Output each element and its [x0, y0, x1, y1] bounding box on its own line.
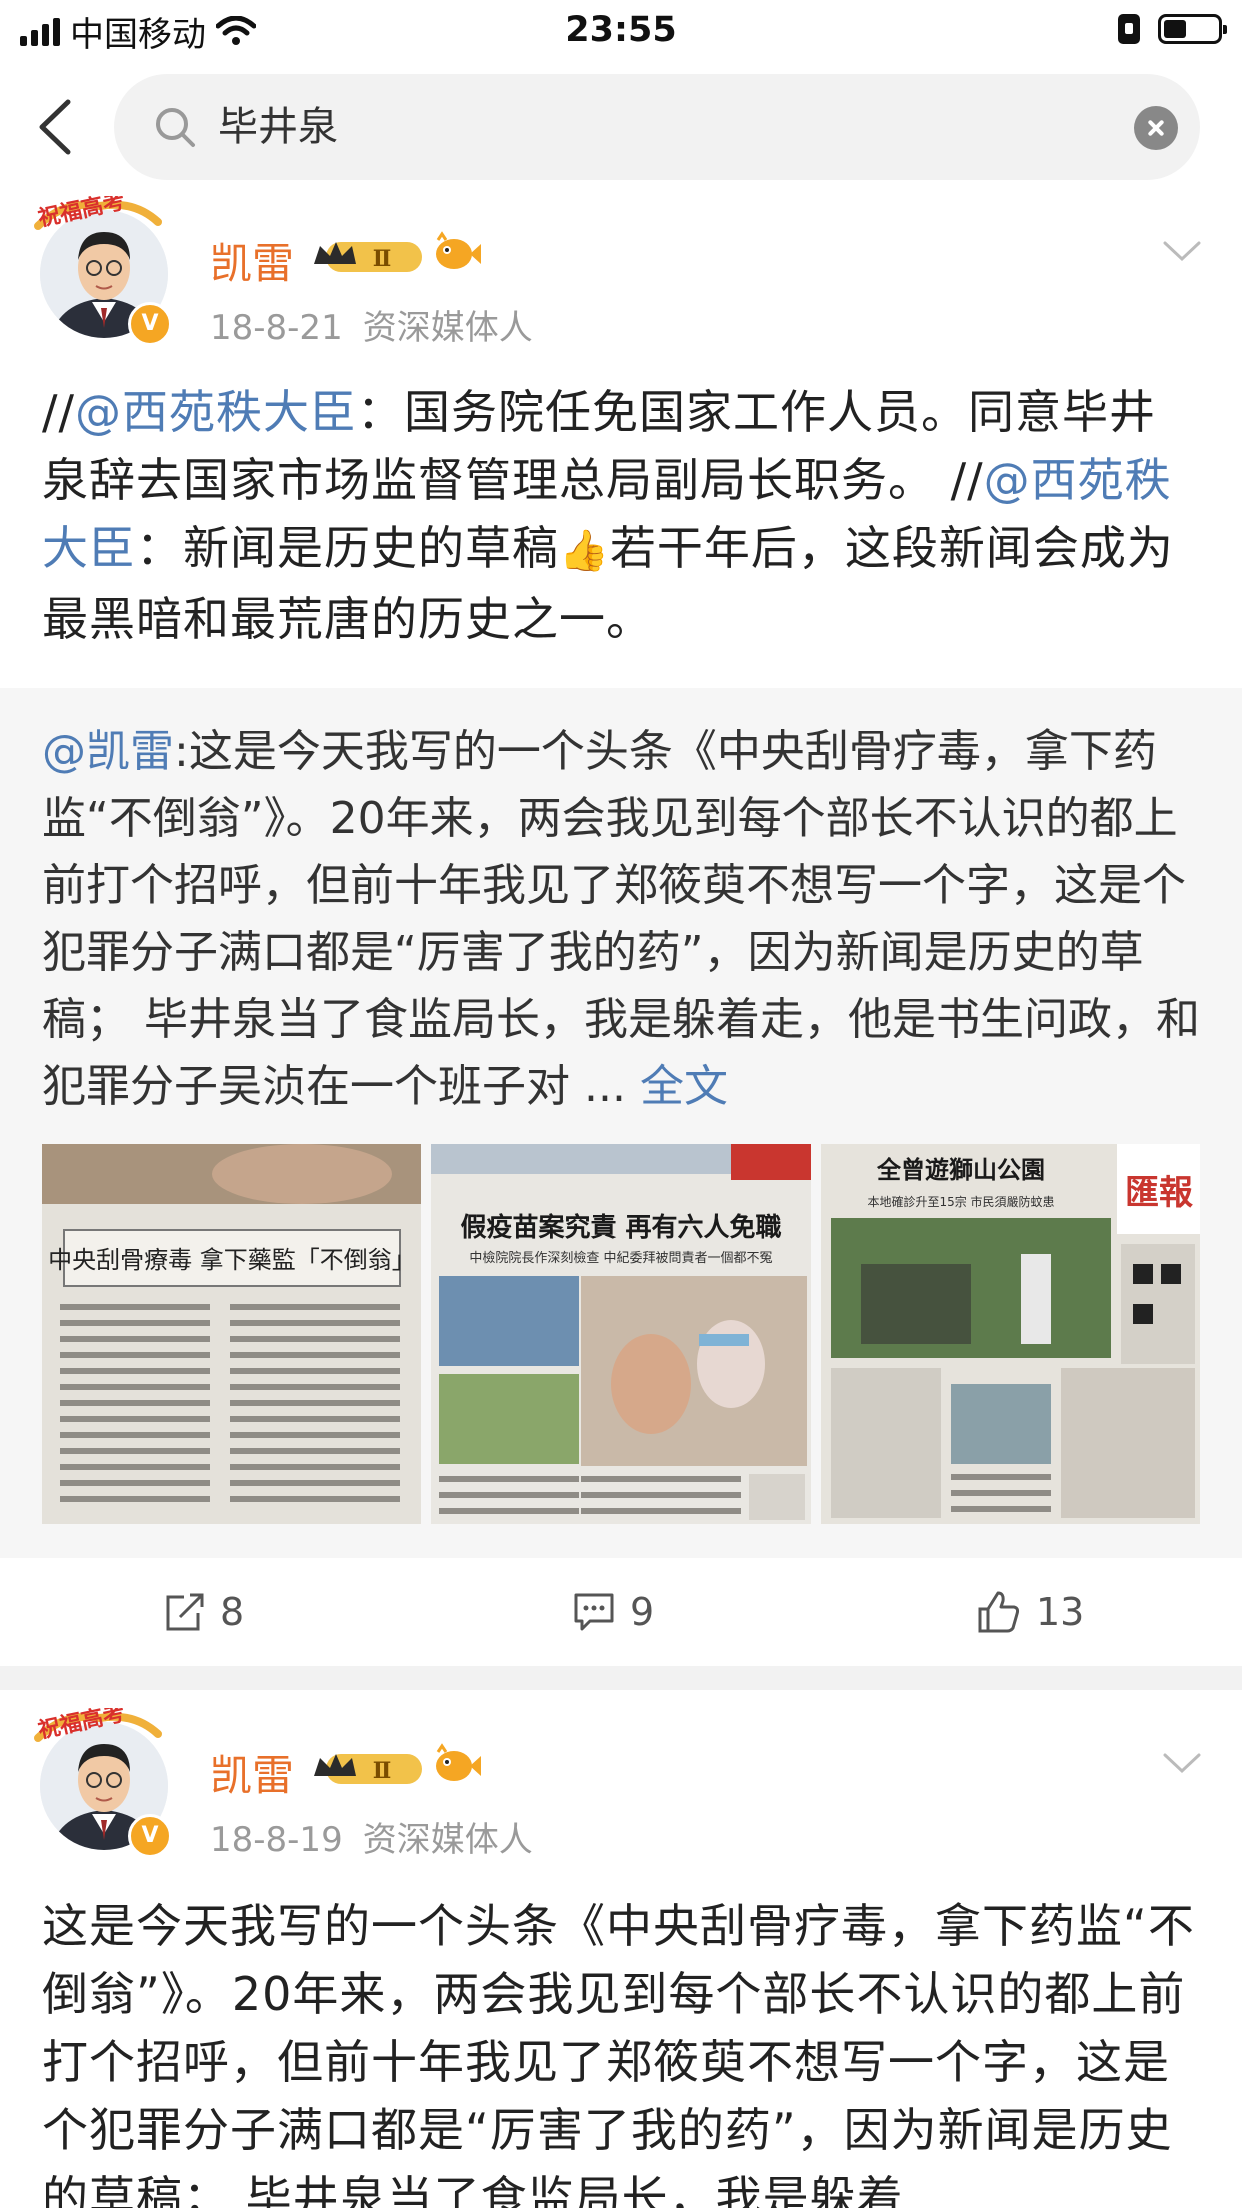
mention-link[interactable]: @西苑秩大臣 [75, 385, 357, 439]
newspaper-photo-2: 假疫苗案究責 再有六人免職 中檢院院長作深刻檢查 中紀委拜被問責者一個都不冤 [431, 1144, 811, 1524]
status-bar: 中国移动 23:55 [0, 0, 1242, 62]
repost-button[interactable]: 8 [162, 1558, 244, 1666]
mention-link[interactable]: @凯雷 [42, 726, 174, 777]
text-segment: // [42, 385, 75, 439]
chevron-down-icon[interactable] [1162, 1752, 1202, 1774]
photo-thumbnail[interactable]: 中央刮骨療毒 拿下藥監「不倒翁」 [42, 1144, 422, 1524]
comment-button[interactable]: 9 [572, 1558, 654, 1666]
post-header: 祝福高考 V 凯雷 Ⅱ 18-8-19 资深媒体人 [0, 1700, 1242, 1872]
battery-icon [1158, 14, 1227, 44]
text-segment: ：新闻是历史的草稿 [136, 521, 559, 575]
search-input[interactable]: 毕井泉 [218, 74, 338, 180]
svg-text:匯報: 匯報 [1125, 1173, 1193, 1213]
comment-icon [574, 1593, 614, 1631]
fish-badge-icon [432, 230, 482, 276]
svg-text:全曾遊獅山公園: 全曾遊獅山公園 [876, 1155, 1045, 1184]
newspaper-photo-1: 中央刮骨療毒 拿下藥監「不倒翁」 [42, 1144, 422, 1524]
member-level-badge[interactable]: Ⅱ [312, 234, 428, 278]
photo-grid: 中央刮骨療毒 拿下藥監「不倒翁」 假疫苗案究責 再有六人免職 中檢院院長作深刻檢… [42, 1144, 1200, 1524]
svg-text:中央刮骨療毒 拿下藥監「不倒翁」: 中央刮骨療毒 拿下藥監「不倒翁」 [48, 1246, 416, 1274]
search-icon [156, 108, 195, 147]
photo-thumbnail[interactable]: 全曾遊獅山公園 匯報 本地確診升至15宗 市民須嚴防蚊患 [820, 1144, 1200, 1524]
post-date: 18-8-19 [210, 1820, 343, 1860]
avatar-banner-badge: 祝福高考 [34, 1700, 164, 1748]
svg-text:本地確診升至15宗 市民須嚴防蚊患: 本地確診升至15宗 市民須嚴防蚊患 [867, 1194, 1054, 1209]
search-box[interactable]: 毕井泉 [114, 74, 1200, 180]
verified-badge-icon: V [128, 302, 172, 346]
svg-text:中檢院院長作深刻檢查 中紀委拜被問責者一個都不冤: 中檢院院長作深刻檢查 中紀委拜被問責者一個都不冤 [470, 1250, 773, 1266]
like-button[interactable]: 13 [976, 1558, 1084, 1666]
back-button[interactable] [30, 94, 90, 160]
action-bar: 8 9 13 [0, 1558, 1242, 1666]
retweet-text: @凯雷:这是今天我写的一个头条《中央刮骨疗毒，拿下药监“不倒翁”》。20年来，两… [42, 718, 1202, 1120]
repost-count: 8 [220, 1590, 245, 1634]
clock: 23:55 [565, 10, 677, 50]
verified-badge-icon: V [128, 1814, 172, 1858]
user-name[interactable]: 凯雷 [210, 1742, 294, 1803]
chevron-down-icon[interactable] [1162, 240, 1202, 262]
post-header: 祝福高考 V 凯雷 Ⅱ 18-8-21 资深媒体人 [0, 188, 1242, 360]
fish-badge-icon [432, 1742, 482, 1788]
post-source: 资深媒体人 [362, 1820, 533, 1860]
avatar-banner-badge: 祝福高考 [34, 188, 164, 236]
svg-text:祝福高考: 祝福高考 [36, 1708, 127, 1744]
newspaper-photo-3: 全曾遊獅山公園 匯報 本地確診升至15宗 市民須嚴防蚊患 [820, 1144, 1200, 1524]
svg-text:假疫苗案究責 再有六人免職: 假疫苗案究責 再有六人免職 [461, 1212, 782, 1243]
text-segment: :这是今天我写的一个头条《中央刮骨疗毒，拿下药监“不倒翁”》。20年来，两会我见… [42, 726, 1200, 1112]
retweet-box[interactable]: @凯雷:这是今天我写的一个头条《中央刮骨疗毒，拿下药监“不倒翁”》。20年来，两… [0, 688, 1242, 1558]
clear-search-button[interactable] [1134, 106, 1178, 150]
photo-thumbnail[interactable]: 假疫苗案究責 再有六人免職 中檢院院長作深刻檢查 中紀委拜被問責者一個都不冤 [431, 1144, 811, 1524]
svg-text:Ⅱ: Ⅱ [373, 246, 392, 272]
orientation-lock-icon [1118, 14, 1140, 44]
post-source: 资深媒体人 [362, 308, 533, 348]
repost-icon [166, 1593, 204, 1631]
post-divider [0, 1666, 1242, 1690]
post-meta: 18-8-21 资深媒体人 [210, 300, 533, 349]
comment-count: 9 [630, 1590, 655, 1634]
like-count: 13 [1036, 1590, 1085, 1634]
full-text-link[interactable]: 全文 [640, 1061, 728, 1112]
post-meta: 18-8-19 资深媒体人 [210, 1812, 533, 1861]
chevron-left-icon [39, 99, 71, 155]
svg-text:Ⅱ: Ⅱ [373, 1758, 392, 1784]
svg-text:祝福高考: 祝福高考 [36, 196, 127, 232]
avatar[interactable]: 祝福高考 V [34, 188, 172, 346]
avatar[interactable]: 祝福高考 V [34, 1700, 172, 1858]
member-level-badge[interactable]: Ⅱ [312, 1746, 428, 1790]
thumbs-up-emoji-icon: 👍 [559, 528, 610, 574]
thumbs-up-icon [978, 1591, 1020, 1633]
post-text: //@西苑秩大臣：国务院任免国家工作人员。同意毕井泉辞去国家市场监督管理总局副局… [42, 378, 1202, 653]
post-date: 18-8-21 [210, 308, 343, 348]
search-row: 毕井泉 [0, 72, 1242, 182]
post-text: 这是今天我写的一个头条《中央刮骨疗毒，拿下药监“不倒翁”》。20年来，两会我见到… [42, 1899, 1195, 2208]
user-name[interactable]: 凯雷 [210, 230, 294, 291]
